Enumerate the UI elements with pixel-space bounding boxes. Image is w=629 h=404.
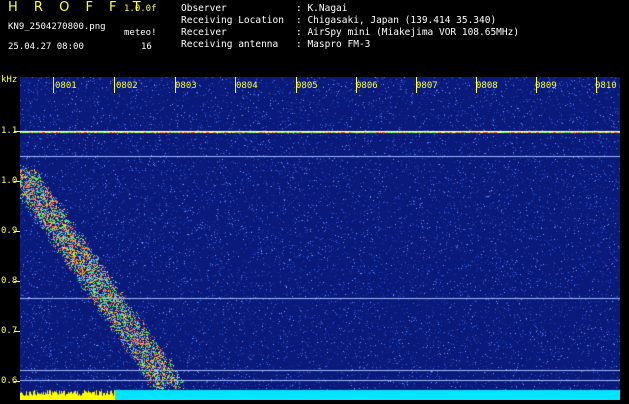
- x-tick-label: 0809: [535, 81, 557, 91]
- version-label: 1.0.0f: [124, 4, 157, 14]
- receiver-value: : AirSpy mini (Miakejima VOR 108.65MHz): [296, 27, 520, 38]
- date-time: 25.04.27 08:00: [8, 42, 84, 52]
- y-tick: [14, 381, 20, 382]
- x-tick-label: 0808: [476, 81, 498, 91]
- x-tick: [53, 77, 54, 93]
- spectrogram-plot: [20, 77, 620, 400]
- observer-value: : K.Nagai: [296, 3, 348, 14]
- x-tick-label: 0807: [416, 81, 438, 91]
- spectrogram-canvas: [20, 77, 620, 400]
- y-tick: [14, 181, 20, 182]
- x-tick-label: 0804: [236, 81, 258, 91]
- header-panel: H R O F F T 1.0.0f KN9_2504270800.png me…: [0, 0, 629, 75]
- y-tick: [14, 331, 20, 332]
- meteor-count-label: meteo!: [124, 28, 157, 38]
- antenna-value: : Maspro FM-3: [296, 39, 371, 50]
- x-tick-label: 0810: [595, 81, 617, 91]
- receiver-label: Receiver: [181, 27, 227, 38]
- file-name: KN9_2504270800.png: [8, 22, 106, 32]
- y-tick: [14, 231, 20, 232]
- x-tick-label: 0806: [356, 81, 378, 91]
- antenna-label: Receiving antenna: [181, 39, 279, 50]
- meteor-count-value: 16: [141, 42, 152, 52]
- x-tick: [114, 77, 115, 93]
- right-margin: [620, 77, 629, 400]
- y-unit-label: kHz: [1, 75, 18, 85]
- observer-label: Observer: [181, 3, 227, 14]
- x-tick-label: 0802: [116, 81, 138, 91]
- y-tick: [14, 131, 20, 132]
- location-label: Receiving Location: [181, 15, 284, 26]
- x-tick-label: 0803: [175, 81, 197, 91]
- x-tick-label: 0805: [296, 81, 318, 91]
- y-tick: [14, 281, 20, 282]
- location-value: : Chigasaki, Japan (139.414 35.340): [296, 15, 497, 26]
- x-tick-label: 0801: [55, 81, 77, 91]
